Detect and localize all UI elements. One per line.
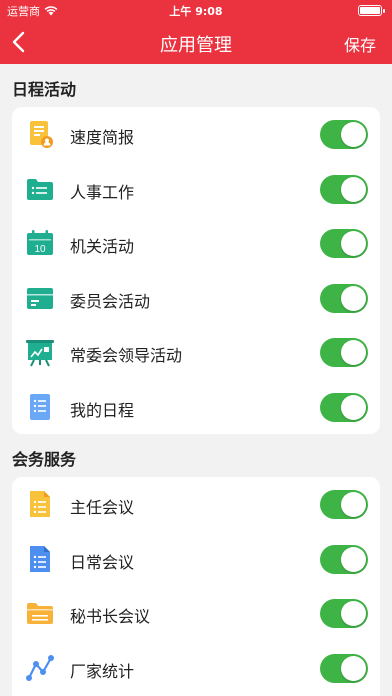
status-time: 上午 9:08: [169, 5, 223, 18]
item-label: 委员会活动: [70, 291, 151, 311]
schedule-card: 速度简报 人事工作 10 机关活动 委员会活动 常委会领导活动 我的日程: [12, 107, 380, 434]
toggle-switch[interactable]: [320, 338, 368, 367]
item-label: 常委会领导活动: [70, 346, 183, 365]
folder-icon: [27, 178, 53, 200]
list-item: 厂家统计: [12, 641, 380, 696]
page-title: 应用管理: [160, 35, 232, 56]
item-label: 厂家统计: [70, 661, 135, 681]
list-item: 常委会领导活动: [12, 325, 380, 380]
folder-icon: [27, 287, 53, 309]
item-label: 速度简报: [70, 128, 135, 147]
toggle-switch[interactable]: [320, 120, 368, 149]
chart-icon: [26, 654, 54, 681]
calendar-icon: 10: [27, 230, 53, 255]
nav-bar: 应用管理 保存: [0, 20, 392, 64]
item-label: 日常会议: [70, 552, 135, 572]
section-title-schedule: 日程活动: [12, 80, 77, 99]
list-item: 10 机关活动: [12, 216, 380, 271]
section-title-meeting: 会务服务: [12, 450, 77, 469]
item-label: 人事工作: [70, 182, 135, 202]
list-item: 我的日程: [12, 380, 380, 435]
toggle-switch[interactable]: [320, 599, 368, 628]
save-button[interactable]: 保存: [344, 32, 376, 56]
battery-icon: [358, 5, 385, 16]
presentation-icon: [26, 340, 54, 367]
toggle-switch[interactable]: [320, 392, 368, 422]
toggle-switch[interactable]: [320, 544, 368, 574]
toggle-switch[interactable]: [320, 283, 368, 313]
toggle-switch[interactable]: [320, 490, 368, 519]
status-bar: 运营商 上午 9:08: [0, 0, 392, 20]
list-item: 日常会议: [12, 532, 380, 587]
list-item: 主任会议: [12, 477, 380, 532]
toggle-switch[interactable]: [320, 229, 368, 258]
toggle-switch[interactable]: [320, 174, 368, 204]
document-icon: [30, 491, 50, 517]
list-item: 委员会活动: [12, 271, 380, 326]
report-icon: [30, 121, 53, 148]
list-icon: [30, 393, 50, 420]
list-item: 人事工作: [12, 162, 380, 217]
item-label: 秘书长会议: [70, 607, 151, 626]
calendar-icon-number: 10: [34, 244, 46, 255]
toggle-switch[interactable]: [320, 653, 368, 683]
meeting-card: 主任会议 日常会议 秘书长会议 厂家统计: [12, 477, 380, 696]
item-label: 机关活动: [70, 237, 135, 256]
item-label: 我的日程: [70, 400, 135, 420]
document-icon: [30, 545, 50, 572]
list-item: 速度简报: [12, 107, 380, 162]
list-item: 秘书长会议: [12, 586, 380, 641]
folder-icon: [27, 603, 53, 624]
item-label: 主任会议: [70, 498, 135, 517]
